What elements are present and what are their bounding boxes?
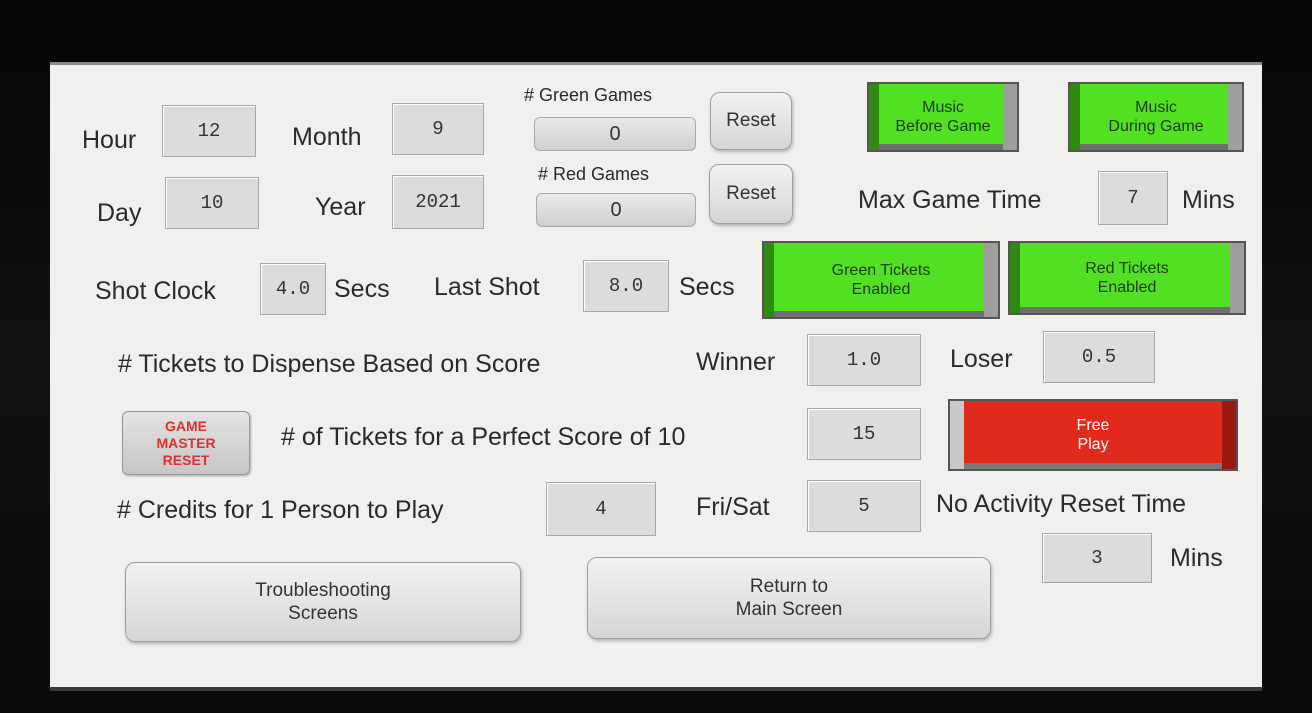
return-main-line2: Main Screen [735,599,843,620]
troubleshooting-line2: Screens [288,603,358,624]
troubleshooting-line1: Troubleshooting [255,580,391,601]
max-game-time-field[interactable]: 7 [1098,171,1168,225]
music-before-line2: Before Game [895,118,991,135]
settings-screen: Hour 12 Month 9 Day 10 Year 2021 # Green… [50,62,1262,691]
music-before-game-button[interactable]: Music Before Game [867,82,1019,152]
day-field[interactable]: 10 [165,177,259,229]
month-field[interactable]: 9 [392,103,484,155]
red-tickets-enabled-button[interactable]: Red Tickets Enabled [1008,241,1246,315]
music-during-game-button[interactable]: Music During Game [1068,82,1244,152]
return-main-line1: Return to [749,576,829,597]
month-label: Month [292,123,362,151]
red-games-label: # Red Games [538,164,650,184]
last-shot-label: Last Shot [434,273,540,301]
credits-field[interactable]: 4 [546,482,656,536]
troubleshooting-screens-button[interactable]: Troubleshooting Screens [125,562,521,642]
loser-label: Loser [950,345,1013,373]
credits-label: # Credits for 1 Person to Play [117,496,444,524]
day-label: Day [97,199,142,227]
last-shot-unit: Secs [679,273,735,301]
music-before-line1: Music [922,99,964,116]
shot-clock-unit: Secs [334,275,390,303]
max-game-time-label: Max Game Time [858,186,1042,214]
hour-field[interactable]: 12 [162,105,256,157]
perfect-score-label: # of Tickets for a Perfect Score of 10 [281,423,686,451]
perfect-score-field[interactable]: 15 [807,408,921,460]
fri-sat-label: Fri/Sat [696,493,770,521]
hour-label: Hour [82,126,137,154]
winner-field[interactable]: 1.0 [807,334,921,386]
green-games-counter: 0 [534,117,696,151]
reset-red-games-button[interactable]: Reset [709,164,793,224]
year-label: Year [315,193,366,221]
free-play-line1: Free [1076,417,1110,434]
red-tickets-line2: Enabled [1097,279,1157,296]
green-tickets-line2: Enabled [851,281,911,298]
no-activity-field[interactable]: 3 [1042,533,1152,583]
game-master-reset-button[interactable]: GAME MASTER RESET [122,411,250,475]
shot-clock-label: Shot Clock [95,277,216,305]
music-during-line1: Music [1135,99,1177,116]
green-games-label: # Green Games [524,85,653,105]
free-play-line2: Play [1077,436,1109,453]
shot-clock-field[interactable]: 4.0 [260,263,326,315]
fri-sat-field[interactable]: 5 [807,480,921,532]
free-play-button[interactable]: Free Play [948,399,1238,471]
no-activity-label: No Activity Reset Time [936,490,1187,518]
gm-reset-line2: MASTER [156,434,216,451]
red-games-counter: 0 [536,193,696,227]
red-tickets-line1: Red Tickets [1085,260,1169,277]
year-field[interactable]: 2021 [392,175,484,229]
return-to-main-screen-button[interactable]: Return to Main Screen [587,557,991,639]
green-tickets-enabled-button[interactable]: Green Tickets Enabled [762,241,1000,319]
loser-field[interactable]: 0.5 [1043,331,1155,383]
gm-reset-line3: RESET [162,451,210,468]
last-shot-field[interactable]: 8.0 [583,260,669,312]
green-tickets-line1: Green Tickets [831,262,931,279]
tickets-dispense-label: # Tickets to Dispense Based on Score [118,350,541,378]
no-activity-unit: Mins [1170,544,1223,572]
gm-reset-line1: GAME [165,417,207,434]
max-game-time-unit: Mins [1182,186,1235,214]
music-during-line2: During Game [1108,118,1204,135]
reset-green-games-button[interactable]: Reset [710,92,792,150]
winner-label: Winner [696,348,776,376]
